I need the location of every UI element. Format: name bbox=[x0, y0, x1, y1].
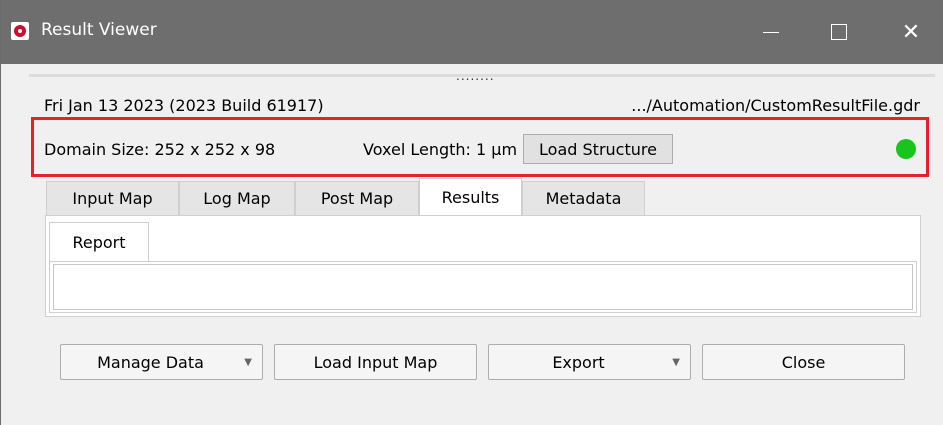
manage-data-label: Manage Data bbox=[97, 352, 204, 372]
result-viewer-window: Result Viewer ✕ ........ Fri Jan 13 2023… bbox=[0, 0, 943, 425]
load-input-map-button[interactable]: Load Input Map bbox=[274, 344, 477, 380]
subtab-report[interactable]: Report bbox=[49, 222, 149, 261]
status-indicator bbox=[896, 139, 916, 159]
tab-post-map[interactable]: Post Map bbox=[295, 181, 419, 215]
tab-log-map[interactable]: Log Map bbox=[179, 181, 295, 215]
tab-metadata[interactable]: Metadata bbox=[522, 181, 645, 215]
export-button[interactable]: Export ▼ bbox=[488, 344, 691, 380]
tab-input-map[interactable]: Input Map bbox=[46, 181, 179, 215]
domain-size-label: Domain Size: 252 x 252 x 98 bbox=[44, 140, 276, 159]
report-content[interactable] bbox=[53, 264, 913, 310]
file-path: .../Automation/CustomResultFile.gdr bbox=[631, 96, 920, 115]
voxel-length-label: Voxel Length: 1 μm bbox=[363, 140, 518, 159]
maximize-button[interactable] bbox=[809, 0, 869, 64]
tab-results[interactable]: Results bbox=[419, 178, 522, 215]
load-structure-button[interactable]: Load Structure bbox=[523, 134, 673, 164]
splitter-grip[interactable]: ........ bbox=[456, 70, 495, 82]
minimize-button[interactable] bbox=[741, 0, 801, 64]
window-title: Result Viewer bbox=[41, 20, 157, 40]
close-window-button[interactable]: ✕ bbox=[881, 0, 941, 64]
title-bar[interactable]: Result Viewer ✕ bbox=[1, 0, 943, 64]
close-icon: ✕ bbox=[901, 19, 921, 45]
dropdown-arrow-icon[interactable]: ▼ bbox=[244, 357, 252, 368]
app-icon bbox=[11, 22, 29, 40]
dropdown-arrow-icon[interactable]: ▼ bbox=[672, 357, 680, 368]
build-info: Fri Jan 13 2023 (2023 Build 61917) bbox=[44, 96, 324, 115]
export-label: Export bbox=[552, 352, 605, 372]
manage-data-button[interactable]: Manage Data ▼ bbox=[60, 344, 263, 380]
maximize-icon bbox=[831, 24, 847, 40]
close-button[interactable]: Close bbox=[702, 344, 905, 380]
minimize-icon bbox=[763, 31, 779, 33]
